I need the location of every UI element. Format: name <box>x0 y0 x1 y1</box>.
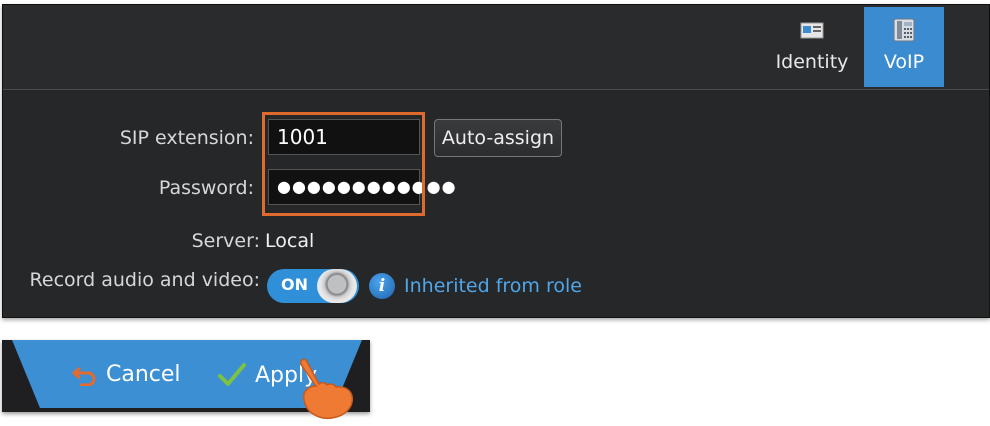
info-icon: i <box>369 273 395 299</box>
record-toggle[interactable]: ON <box>267 269 359 303</box>
cancel-label: Cancel <box>106 362 181 387</box>
password-label: Password: <box>158 177 254 199</box>
pointer-hand-icon <box>300 358 354 420</box>
toggle-state-text: ON <box>281 275 308 294</box>
sip-extension-label: SIP extension: <box>119 127 254 149</box>
id-card-icon <box>800 22 824 39</box>
voip-settings-panel: Identity VoIP SIP extension: 1001 Auto-a… <box>2 4 990 318</box>
server-label: Server: <box>191 230 260 252</box>
server-value: Local <box>265 230 315 252</box>
undo-arrow-icon <box>72 366 96 386</box>
record-audio-video-label: Record audio and video: <box>29 269 260 291</box>
tab-voip-label: VoIP <box>883 51 925 73</box>
tab-voip[interactable]: VoIP <box>864 7 944 87</box>
cancel-button[interactable]: Cancel <box>72 362 181 387</box>
toggle-knob <box>317 269 357 303</box>
desk-phone-icon <box>893 18 915 42</box>
tab-identity[interactable]: Identity <box>768 7 856 87</box>
sip-extension-input[interactable]: 1001 <box>268 119 420 155</box>
tab-identity-label: Identity <box>775 51 849 73</box>
tab-bar: Identity VoIP <box>3 5 989 90</box>
inherited-from-role-link[interactable]: Inherited from role <box>404 275 582 297</box>
password-input[interactable]: ●●●●●●●●●●●● <box>268 169 456 205</box>
auto-assign-button[interactable]: Auto-assign <box>434 119 562 157</box>
checkmark-icon <box>218 363 246 386</box>
